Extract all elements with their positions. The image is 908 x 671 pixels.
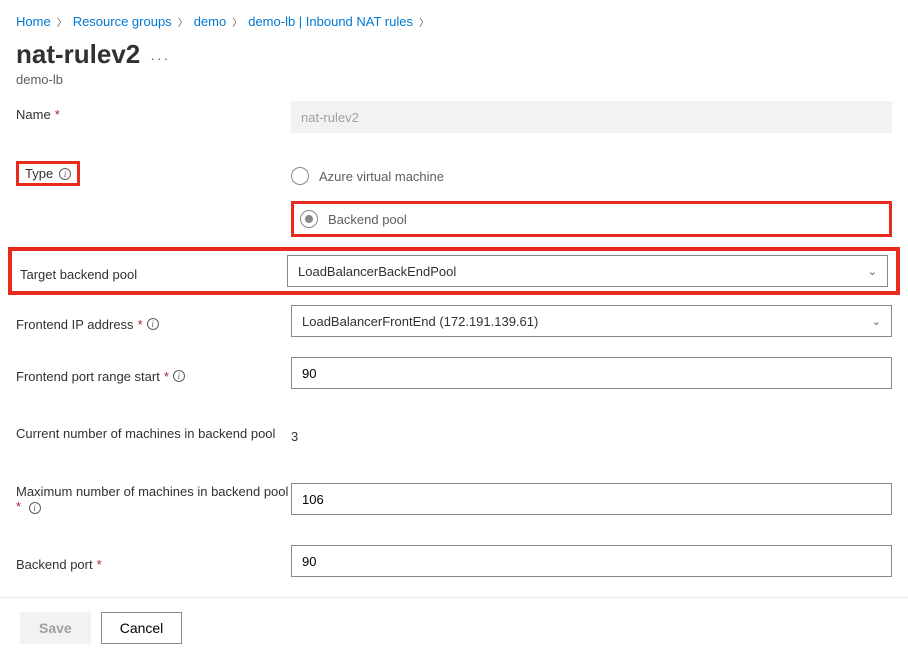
radio-backend-pool[interactable]: Backend pool <box>300 210 407 228</box>
frontend-ip-select[interactable]: LoadBalancerFrontEnd (172.191.139.61) ⌄ <box>291 305 892 337</box>
footer: Save Cancel <box>0 597 908 658</box>
subtitle: demo-lb <box>0 70 908 101</box>
info-icon[interactable]: i <box>173 370 185 382</box>
form-area: Name * nat-rulev2 Type i Azure virtual m… <box>0 101 908 577</box>
chevron-right-icon: 〉 <box>419 14 429 29</box>
required-indicator: * <box>138 317 143 332</box>
name-input-disabled: nat-rulev2 <box>291 101 892 133</box>
label-max-machines: Maximum number of machines in backend po… <box>16 484 288 499</box>
chevron-right-icon: 〉 <box>178 14 188 29</box>
radio-label-vm: Azure virtual machine <box>319 169 444 184</box>
info-icon[interactable]: i <box>29 502 41 514</box>
target-backend-pool-value: LoadBalancerBackEndPool <box>298 264 456 279</box>
current-machines-value: 3 <box>291 423 892 444</box>
breadcrumb-resource-groups[interactable]: Resource groups <box>73 14 172 29</box>
frontend-port-start-input[interactable] <box>291 357 892 389</box>
cancel-button[interactable]: Cancel <box>101 612 183 644</box>
label-target-backend-pool: Target backend pool <box>20 267 137 282</box>
frontend-ip-value: LoadBalancerFrontEnd (172.191.139.61) <box>302 314 538 329</box>
label-frontend-port-start: Frontend port range start <box>16 369 160 384</box>
breadcrumb-lb-inbound[interactable]: demo-lb | Inbound NAT rules <box>248 14 413 29</box>
page-title: nat-rulev2 <box>16 39 140 70</box>
target-backend-pool-select[interactable]: LoadBalancerBackEndPool ⌄ <box>287 255 888 287</box>
required-indicator: * <box>164 369 169 384</box>
chevron-right-icon: 〉 <box>57 14 67 29</box>
label-type: Type <box>25 166 53 181</box>
label-name: Name <box>16 107 51 122</box>
backend-port-input[interactable] <box>291 545 892 577</box>
radio-circle-icon <box>291 167 309 185</box>
label-backend-port: Backend port <box>16 557 93 572</box>
required-indicator: * <box>55 107 60 122</box>
radio-circle-selected-icon <box>300 210 318 228</box>
info-icon[interactable]: i <box>147 318 159 330</box>
radio-azure-vm[interactable]: Azure virtual machine <box>291 167 892 185</box>
more-actions-button[interactable]: ··· <box>150 50 170 66</box>
type-radio-group: Azure virtual machine Backend pool <box>291 161 892 237</box>
breadcrumb: Home 〉 Resource groups 〉 demo 〉 demo-lb … <box>0 0 908 33</box>
chevron-right-icon: 〉 <box>232 14 242 29</box>
max-machines-input[interactable] <box>291 483 892 515</box>
breadcrumb-home[interactable]: Home <box>16 14 51 29</box>
chevron-down-icon: ⌄ <box>868 265 877 278</box>
required-indicator: * <box>97 557 102 572</box>
save-button[interactable]: Save <box>20 612 91 644</box>
info-icon[interactable]: i <box>59 168 71 180</box>
label-frontend-ip: Frontend IP address <box>16 317 134 332</box>
required-indicator: * <box>16 499 21 514</box>
label-current-machines: Current number of machines in backend po… <box>16 426 275 441</box>
breadcrumb-demo[interactable]: demo <box>194 14 227 29</box>
chevron-down-icon: ⌄ <box>872 315 881 328</box>
radio-label-pool: Backend pool <box>328 212 407 227</box>
